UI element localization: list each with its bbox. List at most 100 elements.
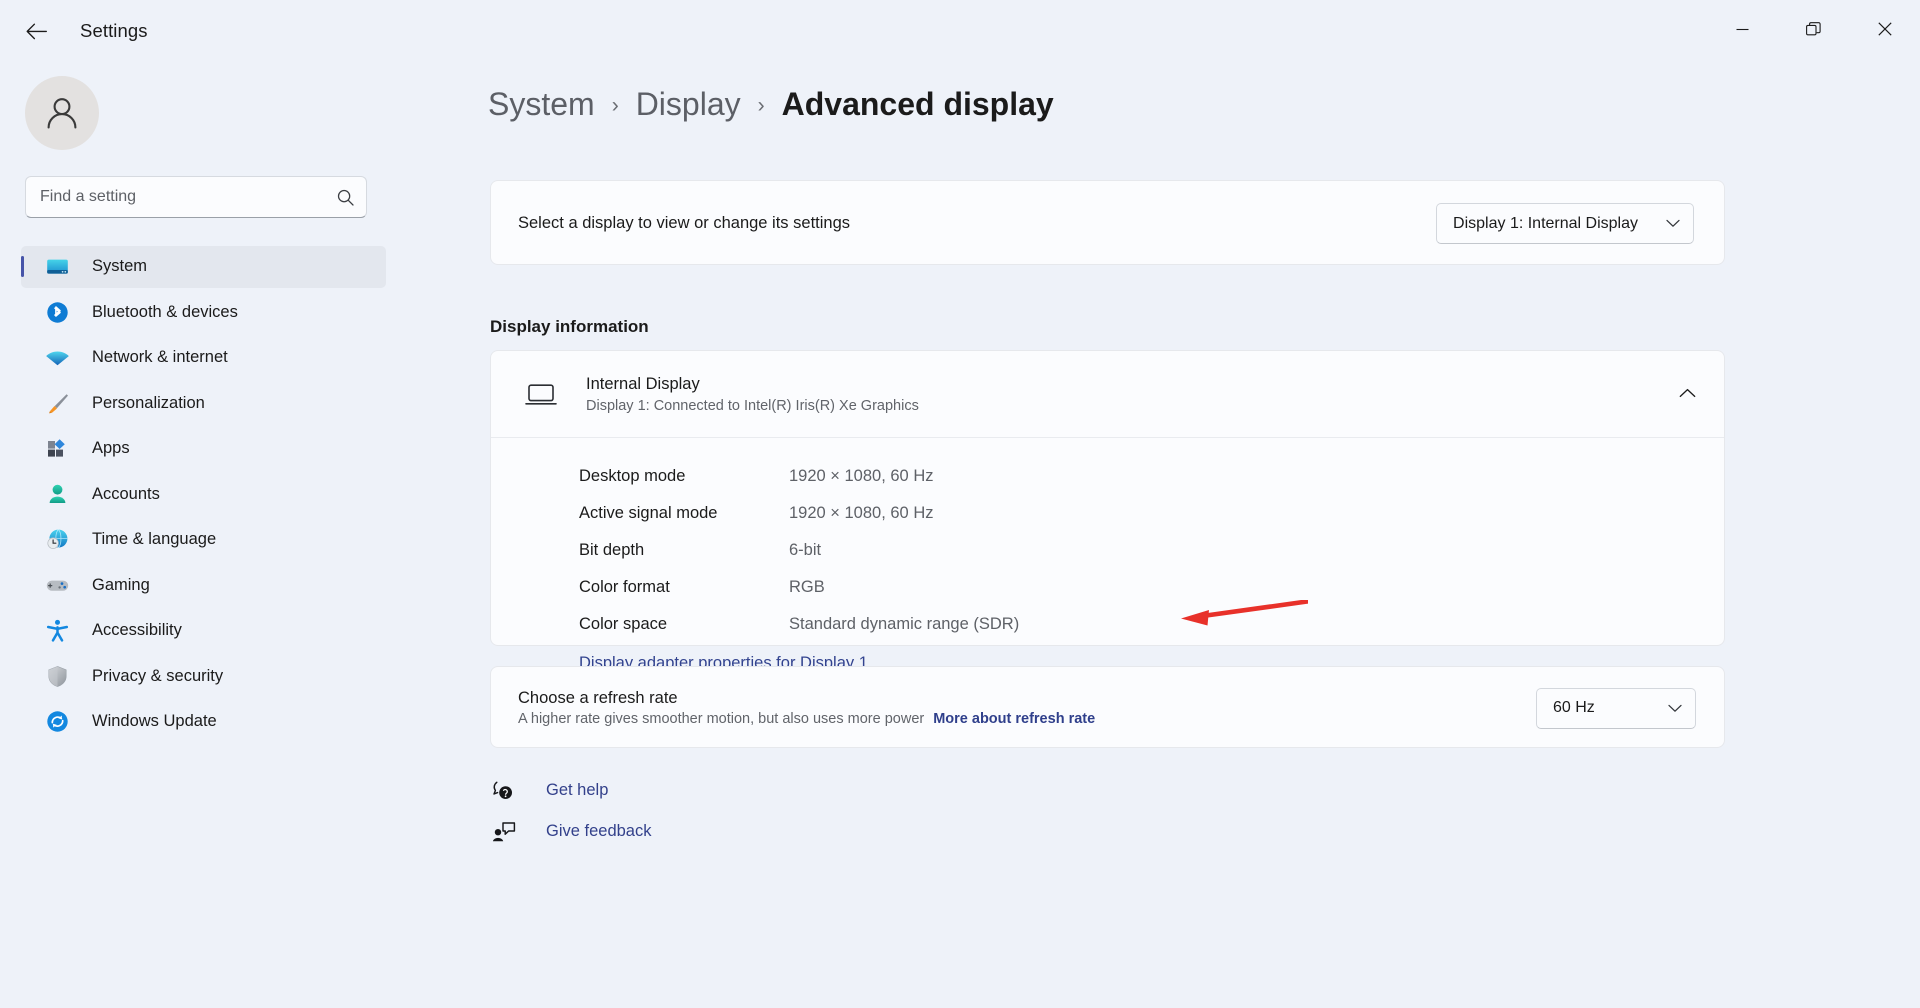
give-feedback-icon <box>490 821 518 843</box>
refresh-rate-description: A higher rate gives smoother motion, but… <box>518 711 924 727</box>
sidebar-item-system[interactable]: System <box>21 246 386 288</box>
property-key: Desktop mode <box>579 467 789 486</box>
sidebar-item-label: Accessibility <box>92 621 182 640</box>
display-device-name: Internal Display <box>586 375 1679 394</box>
sidebar-item-apps[interactable]: Apps <box>21 428 386 470</box>
refresh-rate-value: 60 Hz <box>1553 699 1595 717</box>
display-select-card: Select a display to view or change its s… <box>490 180 1725 265</box>
display-information-heading: Display information <box>490 317 649 337</box>
sidebar-item-privacy-security[interactable]: Privacy & security <box>21 655 386 697</box>
shield-icon <box>44 663 70 689</box>
property-value: 1920 × 1080, 60 Hz <box>789 467 934 486</box>
sidebar-item-bluetooth-devices[interactable]: Bluetooth & devices <box>21 291 386 333</box>
footer-link-label: Get help <box>546 781 608 800</box>
avatar[interactable] <box>25 76 99 150</box>
bluetooth-icon <box>44 299 70 325</box>
footer-links: Get help Give feedback <box>490 770 651 852</box>
restore-icon <box>1806 22 1821 37</box>
sidebar-item-label: Windows Update <box>92 712 217 731</box>
sidebar-item-personalization[interactable]: Personalization <box>21 382 386 424</box>
refresh-rate-dropdown[interactable]: 60 Hz <box>1536 688 1696 729</box>
display-select-value: Display 1: Internal Display <box>1453 215 1638 233</box>
property-value: Standard dynamic range (SDR) <box>789 615 1019 634</box>
table-row: Active signal mode 1920 × 1080, 60 Hz <box>579 495 1724 532</box>
chevron-down-icon <box>1668 704 1682 713</box>
sidebar-nav: System Bluetooth & devices <box>0 242 398 746</box>
back-arrow-icon <box>26 23 47 40</box>
collapse-toggle[interactable] <box>1679 385 1696 403</box>
accessibility-icon <box>44 618 70 644</box>
page-title: Advanced display <box>782 86 1054 123</box>
sidebar: System Bluetooth & devices <box>0 62 398 1008</box>
main-content: System › Display › Advanced display Sele… <box>398 62 1920 1008</box>
sidebar-item-network-internet[interactable]: Network & internet <box>21 337 386 379</box>
sidebar-item-gaming[interactable]: Gaming <box>21 564 386 606</box>
paintbrush-icon <box>44 390 70 416</box>
breadcrumb-display[interactable]: Display <box>636 86 741 123</box>
property-value: RGB <box>789 578 825 597</box>
sidebar-item-label: Time & language <box>92 530 216 549</box>
sidebar-item-accessibility[interactable]: Accessibility <box>21 610 386 652</box>
sidebar-item-label: System <box>92 257 147 276</box>
refresh-rate-card: Choose a refresh rate A higher rate give… <box>490 666 1725 748</box>
table-row: Bit depth 6-bit <box>579 532 1724 569</box>
app-title: Settings <box>80 20 148 42</box>
laptop-monitor-icon <box>518 382 564 407</box>
refresh-rate-title: Choose a refresh rate <box>518 689 1095 708</box>
update-sync-icon <box>44 709 70 735</box>
settings-window: Settings <box>0 0 1920 1008</box>
chevron-up-icon <box>1679 388 1696 398</box>
table-row: Color format RGB <box>579 569 1724 606</box>
search-field[interactable] <box>40 188 337 206</box>
sidebar-item-label: Accounts <box>92 485 160 504</box>
sidebar-item-label: Network & internet <box>92 348 228 367</box>
window-controls <box>1707 0 1920 58</box>
property-key: Color space <box>579 615 789 634</box>
user-avatar-icon <box>42 93 82 133</box>
search-input[interactable] <box>25 176 367 218</box>
title-bar: Settings <box>0 0 1920 62</box>
refresh-rate-subtitle: A higher rate gives smoother motion, but… <box>518 711 1095 727</box>
display-select-dropdown[interactable]: Display 1: Internal Display <box>1436 203 1694 244</box>
table-row: Color space Standard dynamic range (SDR) <box>579 606 1724 643</box>
property-value: 1920 × 1080, 60 Hz <box>789 504 934 523</box>
display-info-header[interactable]: Internal Display Display 1: Connected to… <box>491 351 1724 437</box>
wifi-icon <box>44 345 70 371</box>
give-feedback-link[interactable]: Give feedback <box>490 811 651 852</box>
get-help-icon <box>490 780 518 802</box>
person-icon <box>44 481 70 507</box>
table-row: Desktop mode 1920 × 1080, 60 Hz <box>579 458 1724 495</box>
sidebar-item-label: Apps <box>92 439 130 458</box>
close-icon <box>1878 22 1892 36</box>
property-value: 6-bit <box>789 541 821 560</box>
sidebar-item-label: Personalization <box>92 394 205 413</box>
minimize-button[interactable] <box>1707 0 1778 58</box>
property-key: Color format <box>579 578 789 597</box>
sidebar-item-windows-update[interactable]: Windows Update <box>21 701 386 743</box>
minimize-icon <box>1736 23 1749 36</box>
property-key: Active signal mode <box>579 504 789 523</box>
globe-clock-icon <box>44 527 70 553</box>
monitor-icon <box>44 254 70 280</box>
close-button[interactable] <box>1849 0 1920 58</box>
apps-grid-icon <box>44 436 70 462</box>
search-icon <box>337 189 354 206</box>
footer-link-label: Give feedback <box>546 822 651 841</box>
display-select-label: Select a display to view or change its s… <box>518 214 850 233</box>
more-about-refresh-rate-link[interactable]: More about refresh rate <box>933 711 1095 727</box>
sidebar-item-label: Privacy & security <box>92 667 223 686</box>
gamepad-icon <box>44 572 70 598</box>
breadcrumb-separator-icon: › <box>612 94 619 118</box>
sidebar-item-label: Bluetooth & devices <box>92 303 238 322</box>
sidebar-item-time-language[interactable]: Time & language <box>21 519 386 561</box>
back-button[interactable] <box>14 9 58 53</box>
get-help-link[interactable]: Get help <box>490 770 651 811</box>
breadcrumb-separator-icon: › <box>758 94 765 118</box>
sidebar-item-accounts[interactable]: Accounts <box>21 473 386 515</box>
breadcrumb-system[interactable]: System <box>488 86 595 123</box>
maximize-button[interactable] <box>1778 0 1849 58</box>
chevron-down-icon <box>1666 219 1680 228</box>
display-properties-table: Desktop mode 1920 × 1080, 60 Hz Active s… <box>491 438 1724 673</box>
breadcrumb: System › Display › Advanced display <box>488 86 1054 123</box>
display-information-card: Internal Display Display 1: Connected to… <box>490 350 1725 646</box>
